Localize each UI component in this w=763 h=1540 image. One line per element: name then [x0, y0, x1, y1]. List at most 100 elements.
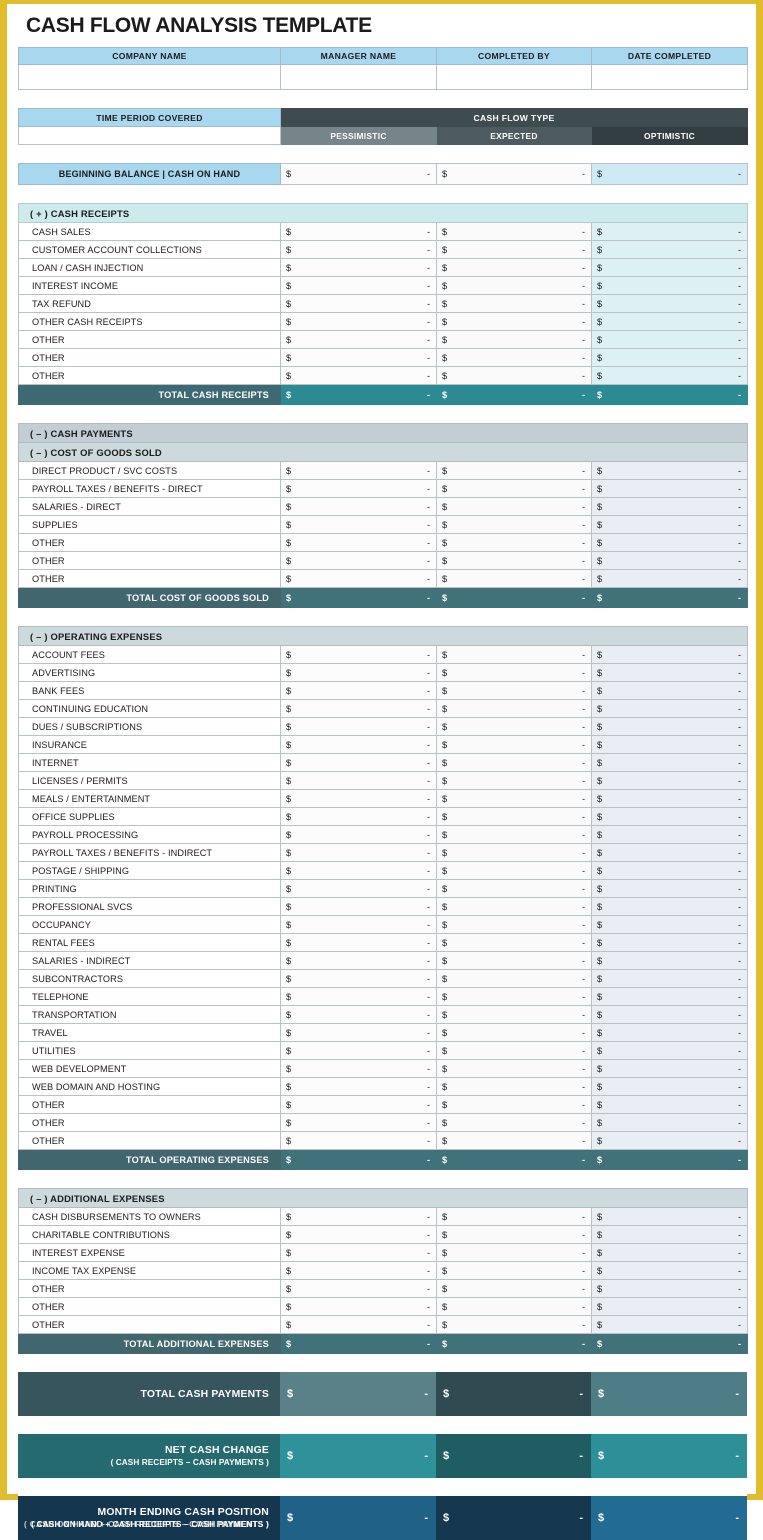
value-expected[interactable]: $ - [436, 969, 592, 988]
value-pessimistic[interactable]: $ - [280, 222, 437, 241]
value-pessimistic[interactable]: $ - [280, 897, 437, 916]
value-pessimistic[interactable]: $ - [280, 569, 437, 588]
value-pessimistic[interactable]: $ - [280, 933, 437, 952]
value-pessimistic[interactable]: $ - [280, 1315, 437, 1334]
value-expected[interactable]: $ - [436, 699, 592, 718]
value-pessimistic[interactable]: $ - [280, 1005, 437, 1024]
value-expected[interactable]: $ - [436, 1243, 592, 1262]
value-optimistic[interactable]: $ - [590, 1207, 749, 1226]
value-expected[interactable]: $ - [436, 1261, 592, 1280]
value-optimistic[interactable]: $ - [590, 807, 749, 826]
value-pessimistic[interactable]: $ - [280, 1225, 437, 1244]
value-pessimistic[interactable]: $ - [280, 258, 437, 277]
value-pessimistic[interactable]: $ - [280, 645, 437, 664]
value-expected[interactable]: $ - [436, 915, 592, 934]
value-expected[interactable]: $ - [436, 789, 592, 808]
value-pessimistic[interactable]: $ - [280, 699, 437, 718]
value-optimistic[interactable]: $ - [590, 933, 749, 952]
value-pessimistic[interactable]: $ - [280, 330, 437, 349]
value-optimistic[interactable]: $ - [590, 330, 749, 349]
value-pessimistic[interactable]: $ - [280, 915, 437, 934]
section-total-optimistic[interactable]: $ - [590, 384, 749, 405]
value-optimistic[interactable]: $ - [590, 258, 749, 277]
value-expected[interactable]: $ - [436, 515, 592, 534]
value-pessimistic[interactable]: $ - [280, 479, 437, 498]
value-optimistic[interactable]: $ - [590, 699, 749, 718]
value-expected[interactable]: $ - [436, 753, 592, 772]
value-optimistic[interactable]: $ - [590, 717, 749, 736]
value-expected[interactable]: $ - [436, 1005, 592, 1024]
value-optimistic[interactable]: $ - [590, 1023, 749, 1042]
section-total-pessimistic[interactable]: $ - [280, 384, 437, 405]
value-pessimistic[interactable]: $ - [280, 1207, 437, 1226]
value-pessimistic[interactable]: $ - [280, 789, 437, 808]
value-optimistic[interactable]: $ - [590, 1279, 749, 1298]
value-optimistic[interactable]: $ - [590, 366, 749, 385]
input-time-period[interactable] [18, 126, 281, 145]
value-pessimistic[interactable]: $ - [280, 771, 437, 790]
value-total-cash-payments-expected[interactable]: $ - [436, 1372, 591, 1416]
value-net-cash-change-expected[interactable]: $ - [436, 1434, 591, 1478]
value-optimistic[interactable]: $ - [590, 879, 749, 898]
value-expected[interactable]: $ - [436, 807, 592, 826]
value-optimistic[interactable]: $ - [590, 1243, 749, 1262]
value-optimistic[interactable]: $ - [590, 1041, 749, 1060]
value-beginning-balance-optimistic[interactable]: $ - [591, 163, 748, 185]
value-optimistic[interactable]: $ - [590, 843, 749, 862]
value-pessimistic[interactable]: $ - [280, 807, 437, 826]
value-pessimistic[interactable]: $ - [280, 717, 437, 736]
section-total-optimistic[interactable]: $ - [590, 587, 749, 608]
value-optimistic[interactable]: $ - [590, 1059, 749, 1078]
value-optimistic[interactable]: $ - [590, 222, 749, 241]
value-expected[interactable]: $ - [436, 533, 592, 552]
value-optimistic[interactable]: $ - [590, 771, 749, 790]
value-net-cash-change-optimistic[interactable]: $ - [591, 1434, 747, 1478]
value-expected[interactable]: $ - [436, 258, 592, 277]
value-month-ending-position-expected[interactable]: $ - [436, 1496, 591, 1540]
value-optimistic[interactable]: $ - [590, 645, 749, 664]
section-total-pessimistic[interactable]: $ - [280, 1333, 437, 1354]
value-pessimistic[interactable]: $ - [280, 1243, 437, 1262]
value-pessimistic[interactable]: $ - [280, 1113, 437, 1132]
value-optimistic[interactable]: $ - [590, 1005, 749, 1024]
value-pessimistic[interactable]: $ - [280, 735, 437, 754]
value-optimistic[interactable]: $ - [590, 461, 749, 480]
value-pessimistic[interactable]: $ - [280, 1077, 437, 1096]
value-pessimistic[interactable]: $ - [280, 681, 437, 700]
value-pessimistic[interactable]: $ - [280, 987, 437, 1006]
value-pessimistic[interactable]: $ - [280, 1261, 437, 1280]
value-expected[interactable]: $ - [436, 1059, 592, 1078]
value-pessimistic[interactable]: $ - [280, 276, 437, 295]
value-expected[interactable]: $ - [436, 330, 592, 349]
input-completed-by[interactable] [436, 64, 592, 90]
value-optimistic[interactable]: $ - [590, 294, 749, 313]
value-pessimistic[interactable]: $ - [280, 348, 437, 367]
value-expected[interactable]: $ - [436, 348, 592, 367]
value-optimistic[interactable]: $ - [590, 897, 749, 916]
section-total-pessimistic[interactable]: $ - [280, 1149, 437, 1170]
value-pessimistic[interactable]: $ - [280, 1279, 437, 1298]
input-date-completed[interactable] [591, 64, 748, 90]
value-pessimistic[interactable]: $ - [280, 533, 437, 552]
value-pessimistic[interactable]: $ - [280, 461, 437, 480]
value-expected[interactable]: $ - [436, 222, 592, 241]
value-expected[interactable]: $ - [436, 461, 592, 480]
value-pessimistic[interactable]: $ - [280, 366, 437, 385]
value-expected[interactable]: $ - [436, 897, 592, 916]
section-total-expected[interactable]: $ - [436, 1333, 592, 1354]
value-expected[interactable]: $ - [436, 825, 592, 844]
value-pessimistic[interactable]: $ - [280, 1023, 437, 1042]
value-optimistic[interactable]: $ - [590, 240, 749, 259]
value-optimistic[interactable]: $ - [590, 1095, 749, 1114]
value-expected[interactable]: $ - [436, 717, 592, 736]
value-expected[interactable]: $ - [436, 497, 592, 516]
value-expected[interactable]: $ - [436, 1041, 592, 1060]
value-optimistic[interactable]: $ - [590, 753, 749, 772]
value-optimistic[interactable]: $ - [590, 735, 749, 754]
value-pessimistic[interactable]: $ - [280, 515, 437, 534]
value-optimistic[interactable]: $ - [590, 1261, 749, 1280]
section-total-expected[interactable]: $ - [436, 587, 592, 608]
value-expected[interactable]: $ - [436, 294, 592, 313]
value-total-cash-payments-optimistic[interactable]: $ - [591, 1372, 747, 1416]
value-pessimistic[interactable]: $ - [280, 1297, 437, 1316]
